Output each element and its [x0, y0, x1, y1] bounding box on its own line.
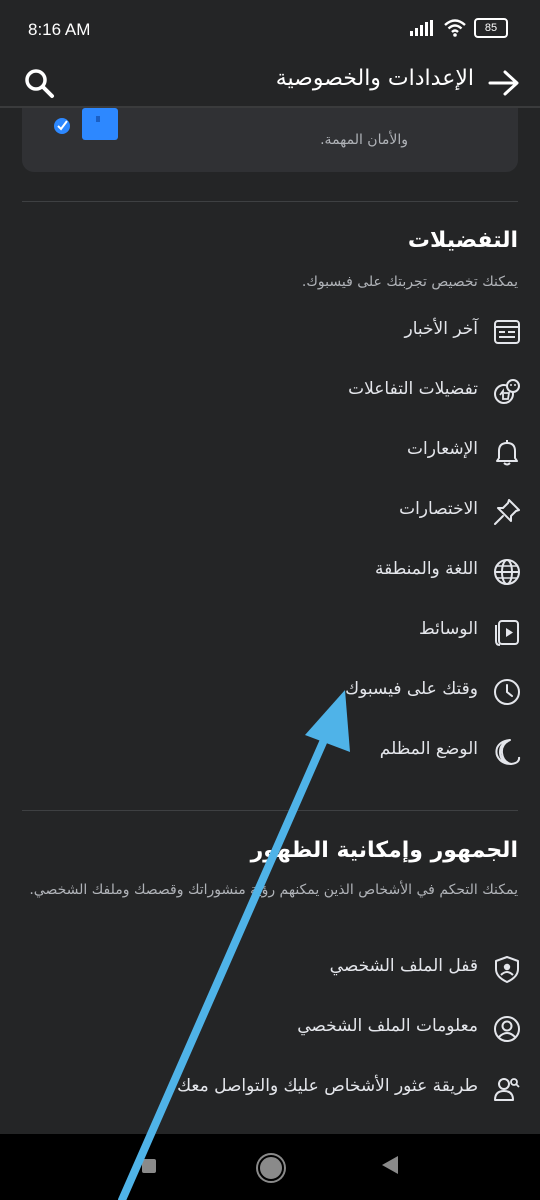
preferences-title: التفضيلات — [407, 228, 518, 253]
profile-circle-icon — [494, 1016, 520, 1042]
bell-icon — [496, 440, 518, 466]
profile-lock-label: قفل الملف الشخصي — [329, 956, 478, 976]
profile-info-item[interactable]: معلومات الملف الشخصي — [22, 1000, 522, 1056]
language-region-label: اللغة والمنطقة — [375, 559, 478, 579]
security-checkup-card[interactable]: والأمان المهمة. — [22, 108, 518, 172]
news-feed-icon — [494, 320, 520, 344]
media-icon — [495, 620, 519, 646]
people-search-icon — [494, 1078, 520, 1101]
shortcuts-label: الاختصارات — [399, 499, 478, 519]
signal-icon — [410, 20, 433, 36]
shortcuts-item[interactable]: الاختصارات — [22, 483, 522, 539]
status-icons: 85 — [410, 18, 508, 38]
top-app-bar: الإعدادات والخصوصية — [0, 60, 540, 108]
security-illustration-icon — [54, 108, 118, 140]
time-on-facebook-item[interactable]: وقتك على فيسبوك — [22, 663, 522, 719]
battery-icon: 85 — [474, 18, 508, 38]
recent-apps-icon[interactable] — [142, 1159, 156, 1173]
audience-title: الجمهور وإمكانية الظهور — [250, 838, 518, 863]
system-navigation-bar — [0, 1134, 540, 1200]
divider — [22, 201, 518, 202]
profile-info-label: معلومات الملف الشخصي — [297, 1016, 478, 1036]
search-icon[interactable] — [22, 66, 56, 100]
dark-mode-label: الوضع المظلم — [379, 739, 478, 759]
wifi-icon — [444, 19, 466, 37]
media-label: الوسائط — [419, 619, 478, 639]
dark-mode-item[interactable]: الوضع المظلم — [22, 723, 522, 779]
status-bar: 8:16 AM 85 — [0, 0, 540, 60]
divider — [22, 810, 518, 811]
find-contact-item[interactable]: طريقة عثور الأشخاص عليك والتواصل معك — [22, 1060, 522, 1116]
media-item[interactable]: الوسائط — [22, 603, 522, 659]
shield-user-icon — [495, 956, 519, 983]
audience-subtitle: يمكنك التحكم في الأشخاص الذين يمكنهم رؤي… — [29, 882, 518, 898]
news-feed-item[interactable]: آخر الأخبار — [22, 303, 522, 359]
card-text: والأمان المهمة. — [320, 132, 408, 148]
profile-lock-item[interactable]: قفل الملف الشخصي — [22, 940, 522, 996]
reactions-item[interactable]: تفضيلات التفاعلات — [22, 363, 522, 419]
back-arrow-icon[interactable] — [486, 66, 522, 100]
moon-icon — [495, 739, 521, 766]
globe-icon — [494, 559, 520, 585]
preferences-subtitle: يمكنك تخصيص تجربتك على فيسبوك. — [301, 274, 518, 290]
news-feed-label: آخر الأخبار — [404, 319, 478, 339]
clock-icon — [494, 679, 520, 705]
notifications-item[interactable]: الإشعارات — [22, 423, 522, 479]
system-back-icon[interactable] — [382, 1156, 398, 1174]
status-time: 8:16 AM — [28, 20, 91, 39]
time-on-facebook-label: وقتك على فيسبوك — [345, 679, 478, 699]
reactions-label: تفضيلات التفاعلات — [348, 379, 478, 399]
reactions-icon — [494, 379, 520, 404]
pin-icon — [494, 499, 520, 525]
language-region-item[interactable]: اللغة والمنطقة — [22, 543, 522, 599]
notifications-label: الإشعارات — [407, 439, 478, 459]
find-contact-label: طريقة عثور الأشخاص عليك والتواصل معك — [177, 1076, 478, 1096]
page-title: الإعدادات والخصوصية — [275, 66, 474, 91]
home-icon[interactable] — [258, 1155, 284, 1181]
